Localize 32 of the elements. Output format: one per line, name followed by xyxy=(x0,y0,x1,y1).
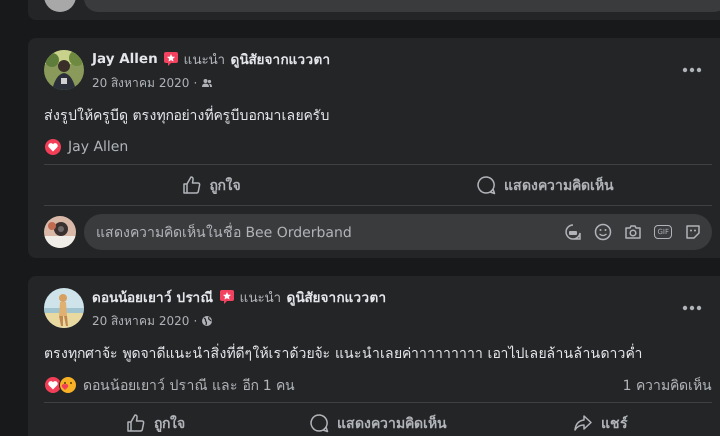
thumbs-up-icon xyxy=(182,175,202,195)
post-text: ตรงทุกศาจ้ะ พูดจาดีแนะนำสิ่งที่ดีๆให้เราด้วยจ้ะ แนะนำเลยค่าาาาาาาาา เอาไปเลยล้านล้านดาวค่ำ xyxy=(44,342,720,364)
thumbs-up-icon xyxy=(126,413,146,433)
author-name[interactable]: Jay Allen xyxy=(92,51,158,67)
like-button[interactable]: ถูกใจ xyxy=(44,165,378,205)
smiley-icon[interactable] xyxy=(594,223,612,241)
comment-button[interactable]: แสดงความคิดเห็น xyxy=(378,165,712,205)
post-date[interactable]: 20 สิงหาคม 2020 xyxy=(92,311,190,330)
post-text: ส่งรูปให้ครูบีดู ตรงทุกอย่างที่ครูบีบอกมาเลยครับ xyxy=(44,104,720,126)
avatar-sticker-icon[interactable] xyxy=(564,223,582,241)
like-button[interactable]: ถูกใจ xyxy=(44,403,267,436)
speech-bubble-icon xyxy=(476,175,496,195)
reactions-summary[interactable]: Jay Allen xyxy=(68,139,712,155)
more-options-icon[interactable] xyxy=(682,67,702,73)
camera-icon[interactable] xyxy=(624,223,642,241)
share-arrow-icon xyxy=(573,413,594,433)
sticker-icon[interactable] xyxy=(684,223,702,241)
post-date[interactable]: 20 สิงหาคม 2020 xyxy=(92,73,190,92)
comment-count[interactable]: 1 ความคิดเห็น xyxy=(622,374,712,396)
page-name[interactable]: ดูนิสัยจากแววตา xyxy=(286,286,387,308)
comment-placeholder: แสดงความคิดเห็นในชื่อ Bee Orderband xyxy=(96,221,564,243)
reactions-summary[interactable]: ดอนน้อยเยาว์ ปราณี และ อีก 1 คน xyxy=(83,374,617,396)
page-name[interactable]: ดูนิสัยจากแววตา xyxy=(230,48,331,70)
separator-dot: · xyxy=(193,76,198,90)
share-button[interactable]: แชร์ xyxy=(489,403,712,436)
recommends-label: แนะนำ xyxy=(184,51,226,70)
more-options-icon[interactable] xyxy=(682,305,702,311)
author-name[interactable]: ดอนน้อยเยาว์ ปราณี xyxy=(92,286,214,308)
speech-bubble-icon xyxy=(309,413,329,433)
comment-button[interactable]: แสดงความคิดเห็น xyxy=(266,403,490,436)
recommends-label: แนะนำ xyxy=(240,289,282,308)
separator-dot: · xyxy=(193,314,198,328)
